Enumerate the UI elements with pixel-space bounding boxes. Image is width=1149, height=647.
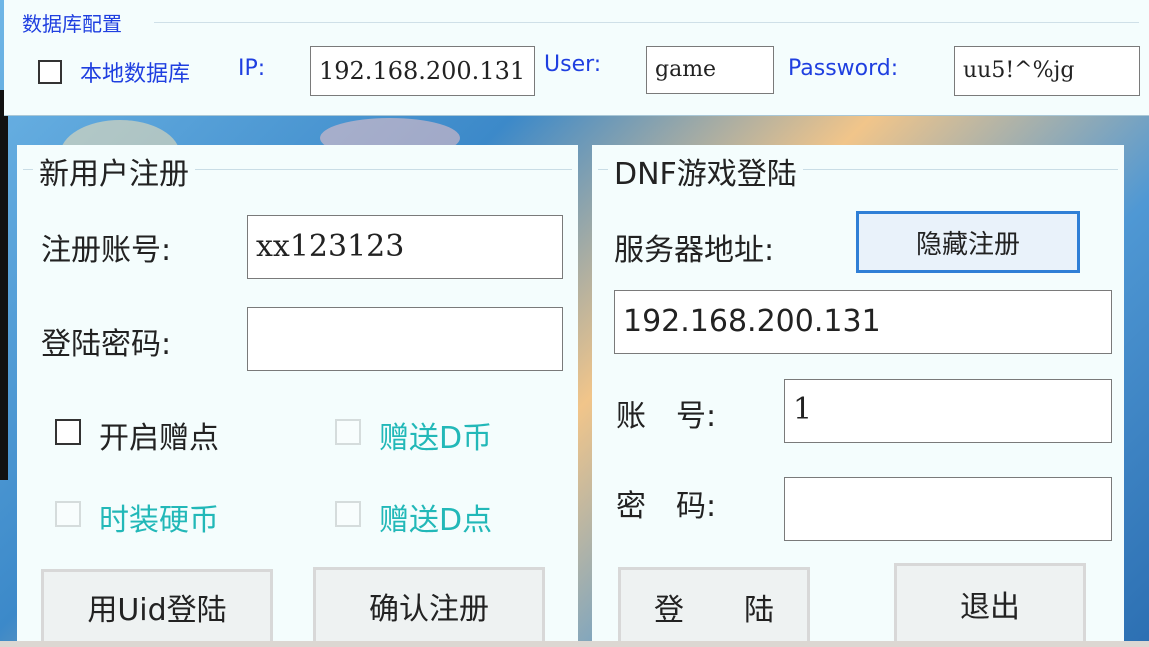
taskbar-strip <box>0 641 1149 647</box>
local-db-label: 本地数据库 <box>80 62 191 87</box>
ip-input[interactable]: 192.168.200.131 <box>310 46 535 96</box>
register-group: 新用户注册 注册账号: xx123123 登陆密码: 开启赠点 赠送D币 时装硬… <box>17 145 578 645</box>
fashion-coin-label: 时装硬币 <box>99 503 219 538</box>
login-password-label: 密 码: <box>616 489 717 524</box>
group-divider <box>154 22 1139 23</box>
login-button[interactable]: 登 陆 <box>618 567 810 647</box>
server-address-label: 服务器地址: <box>614 233 775 268</box>
ip-label: IP: <box>238 56 266 81</box>
gift-d-points-label: 赠送D点 <box>379 503 493 538</box>
gift-d-points-checkbox[interactable] <box>335 501 361 527</box>
register-password-input[interactable] <box>247 307 563 371</box>
server-address-input[interactable]: 192.168.200.131 <box>614 290 1112 354</box>
gift-d-coin-label: 赠送D币 <box>379 421 493 456</box>
db-config-row: 本地数据库 IP: 192.168.200.131 User: game Pas… <box>4 46 1149 98</box>
enable-points-label: 开启赠点 <box>99 421 219 456</box>
password-input[interactable]: uu5!^%jg <box>954 46 1140 96</box>
login-account-input[interactable]: 1 <box>784 379 1112 443</box>
gift-d-coin-checkbox[interactable] <box>335 419 361 445</box>
login-title: DNF游戏登陆 <box>608 149 803 193</box>
window-edge <box>0 90 8 480</box>
login-group: DNF游戏登陆 服务器地址: 隐藏注册 192.168.200.131 账 号:… <box>592 145 1124 647</box>
register-account-label: 注册账号: <box>41 233 172 268</box>
confirm-register-button[interactable]: 确认注册 <box>313 567 545 645</box>
login-password-input[interactable] <box>784 477 1112 541</box>
db-config-title: 数据库配置 <box>18 8 126 37</box>
hide-register-button[interactable]: 隐藏注册 <box>856 211 1080 273</box>
db-config-group: 数据库配置 本地数据库 IP: 192.168.200.131 User: ga… <box>4 0 1149 116</box>
enable-points-checkbox[interactable] <box>55 419 81 445</box>
register-password-label: 登陆密码: <box>41 327 172 362</box>
local-db-checkbox[interactable] <box>38 60 62 84</box>
register-account-input[interactable]: xx123123 <box>247 215 563 279</box>
password-label: Password: <box>788 56 899 81</box>
login-account-label: 账 号: <box>616 399 717 434</box>
user-input[interactable]: game <box>646 46 774 94</box>
uid-login-button[interactable]: 用Uid登陆 <box>41 569 273 645</box>
register-title: 新用户注册 <box>33 149 195 193</box>
fashion-coin-checkbox[interactable] <box>55 501 81 527</box>
exit-button[interactable]: 退出 <box>894 563 1086 645</box>
user-label: User: <box>544 52 602 77</box>
